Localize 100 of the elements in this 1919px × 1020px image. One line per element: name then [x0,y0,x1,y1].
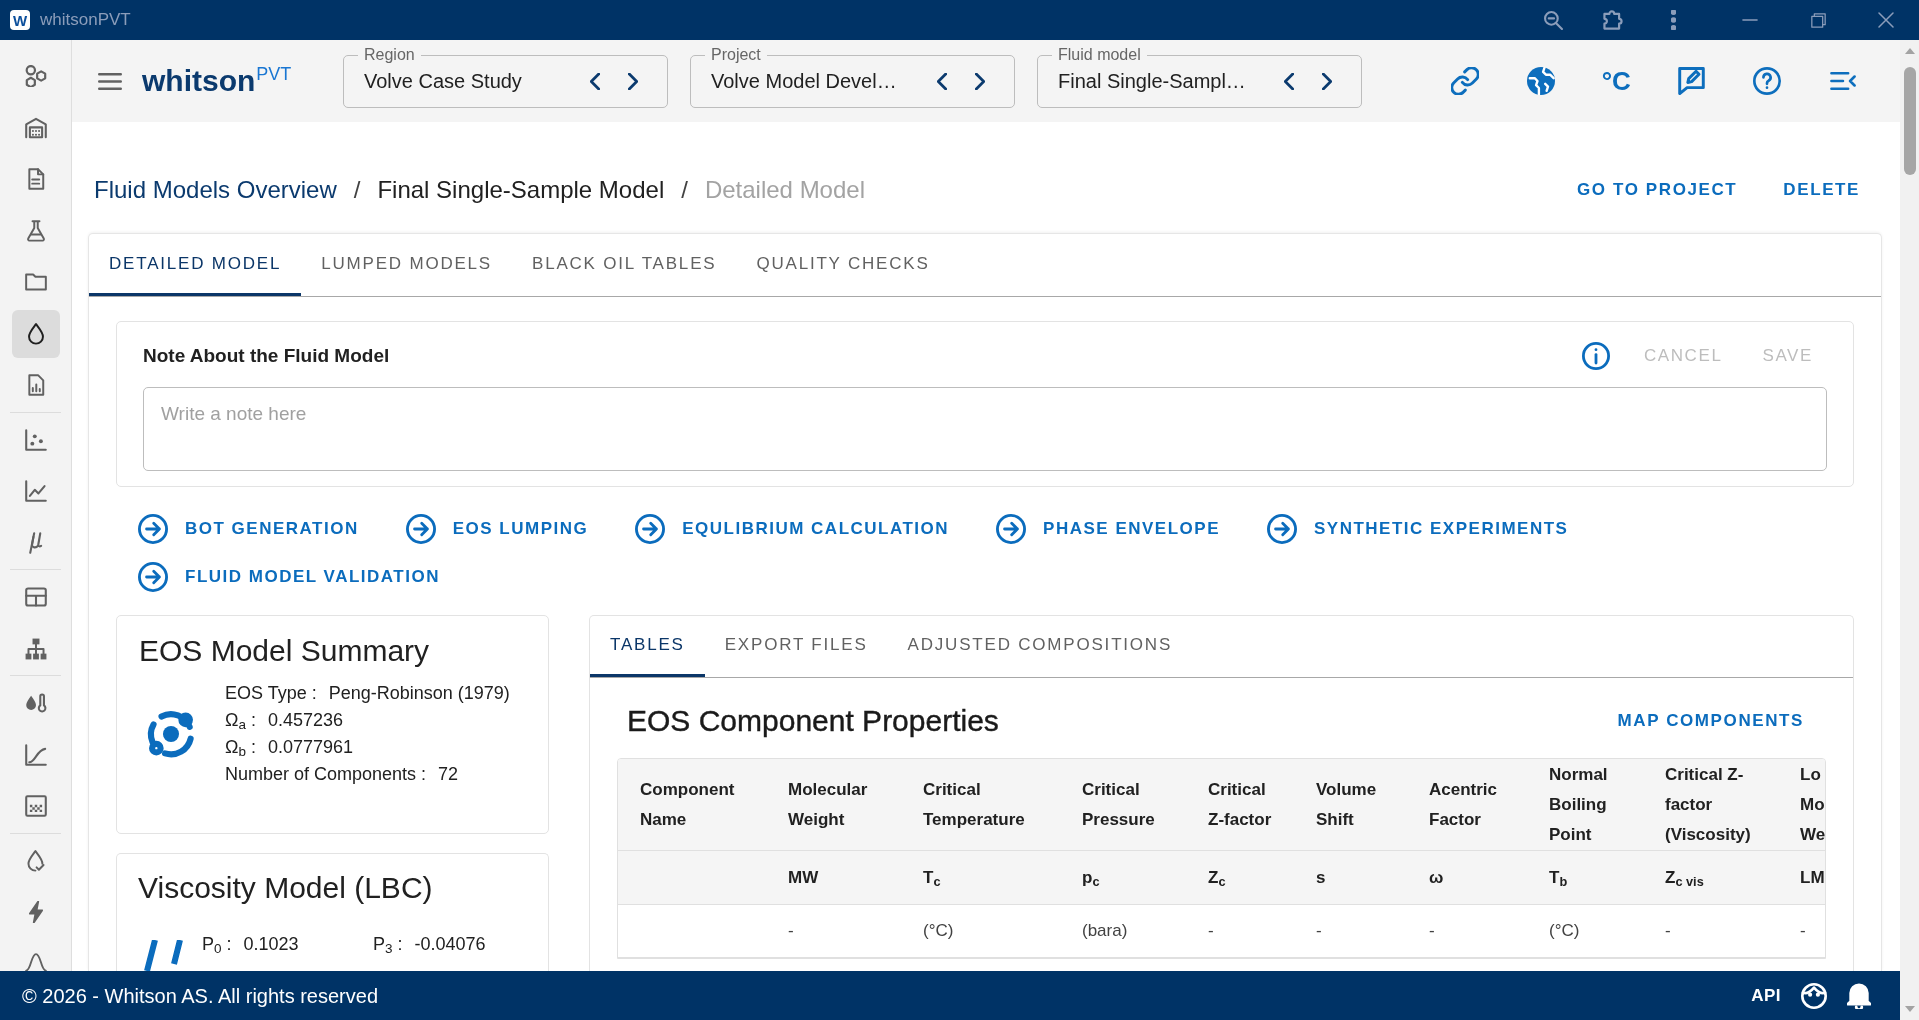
symbol-cell-text: T$_{c}$ [923,866,941,891]
column-header: Molecular Weight [788,778,869,831]
note-input[interactable]: Write a note here [143,387,1827,471]
column-header: Critical Z-factor (Viscosity) [1665,763,1752,846]
summary-value: Peng-Robinson (1979) [328,682,510,705]
unit-cell-text: - [1208,920,1214,943]
page-action-button[interactable]: GO TO PROJECT [1563,170,1752,210]
parameter-value: 0.1023 [243,933,299,956]
note-title: Note About the Fluid Model [143,343,390,368]
circle-arrow-right-icon [635,514,666,544]
tab[interactable]: BLACK OIL TABLES [512,234,737,296]
link-icon [1451,67,1480,95]
kebab-menu-icon [1670,10,1676,30]
symbol-cell-text: p$_{c}$ [1082,866,1100,891]
column-header: Normal Boiling Point [1549,763,1609,846]
folder-icon [24,271,47,293]
unit-cell-text: (°C) [923,920,954,943]
hexagons-icon [24,65,47,87]
globe-icon [1526,67,1555,95]
quick-link[interactable]: BOT GENERATION [130,509,367,549]
parameter-label: P$_{0}$ : [202,933,232,958]
summary-label: Ω$_{b}$ : [225,736,256,761]
tab[interactable]: ADJUSTED COMPOSITIONS [887,616,1193,677]
symbol-cell-text: Z$_{c vis}$ [1665,866,1704,891]
card-title: EOS Model Summary [139,633,431,669]
symbol-cell-text: Z$_{c}$ [1208,866,1226,891]
card-title: Viscosity Model (LBC) [138,870,434,906]
chevron-left-icon [1284,72,1294,90]
quick-link[interactable]: FLUID MODEL VALIDATION [130,557,448,597]
quick-link[interactable]: SYNTHETIC EXPERIMENTS [1258,509,1577,549]
unit-cell-text: (°C) [1549,920,1580,943]
chevron-right-icon [1322,72,1332,90]
tab[interactable]: QUALITY CHECKS [736,234,950,296]
minimize-icon [1742,19,1758,21]
unit-cell-text: - [1316,920,1322,943]
tab[interactable]: LUMPED MODELS [301,234,512,296]
chevron-left-icon [590,72,600,90]
quick-link[interactable]: EOS LUMPING [397,509,597,549]
sidebar-item[interactable] [11,309,60,358]
chevron-left-icon [937,72,947,90]
breadcrumb-separator: / [353,175,361,205]
tab[interactable]: EXPORT FILES [704,616,888,677]
unit-cell-text: - [1429,920,1435,943]
menu-icon [98,72,122,90]
help-icon [1753,67,1782,95]
unit-cell-text: (bara) [1082,920,1128,943]
symbol-cell-text: ω [1429,866,1444,889]
summary-label: Ω$_{a}$ : [225,709,256,734]
curve-chart-icon [24,743,47,766]
column-header: Acentric Factor [1429,778,1499,831]
puzzle-icon [1602,9,1624,31]
sitemap-icon [24,637,47,660]
unit-cell-text: - [1665,920,1671,943]
column-header: Critical Pressure [1082,778,1156,831]
scroll-up-icon [1904,48,1915,54]
summary-label: Number of Components : [225,763,427,786]
building-icon [24,116,47,139]
symbol-cell-text: LM [1800,866,1825,889]
drop-check-icon [24,849,47,872]
circle-arrow-right-icon [1266,514,1297,544]
circle-arrow-right-icon [138,514,168,544]
column-header: Component Name [640,778,736,831]
checkered-grid-icon [24,795,47,817]
breadcrumb-link[interactable]: Final Single-Sample Model [377,172,665,208]
summary-label: EOS Type : [225,682,317,705]
chevron-right-icon [975,72,985,90]
map-components-button[interactable]: MAP COMPONENTS [1603,701,1818,741]
breadcrumb-separator: / [681,175,688,205]
close-icon [1877,12,1894,28]
tab[interactable]: TABLES [590,616,705,677]
column-header: Lo Mo We [1800,763,1825,846]
circle-arrow-right-icon [996,514,1027,544]
vertical-scrollbar[interactable] [1900,40,1919,1020]
scroll-down-icon [1904,1006,1915,1012]
page-action-button[interactable]: DELETE [1769,170,1874,210]
summary-value: 72 [438,763,459,786]
window-title: whitsonPVT [40,9,131,32]
quick-link[interactable]: EQULIBRIUM CALCULATION [627,509,958,549]
scrollbar-thumb[interactable] [1903,67,1916,175]
summary-value: 0.457236 [268,709,344,732]
flask-icon [24,219,47,242]
column-header: Volume Shift [1316,778,1378,831]
comment-edit-icon [1678,67,1706,95]
unit-toggle[interactable]: °C [1594,59,1639,103]
column-header: Critical Temperature [923,778,1026,831]
column-header: Critical Z-factor [1208,778,1273,831]
app-logo: W [10,10,30,30]
symbol-cell-text: MW [788,866,819,889]
api-link[interactable]: API [1751,982,1781,1009]
breadcrumb-current: Detailed Model [704,175,865,205]
bell-icon [1847,982,1871,1009]
chevron-right-icon [628,72,638,90]
section-title: EOS Component Properties [627,703,999,739]
summary-value: 0.0777961 [268,736,354,759]
breadcrumb-link[interactable]: Fluid Models Overview [94,172,337,208]
drop-thermometer-icon [24,692,47,714]
tab[interactable]: DETAILED MODEL [89,234,302,296]
quick-link[interactable]: PHASE ENVELOPE [988,509,1228,549]
info-icon [1581,342,1610,370]
circle-arrow-right-icon [405,514,436,544]
